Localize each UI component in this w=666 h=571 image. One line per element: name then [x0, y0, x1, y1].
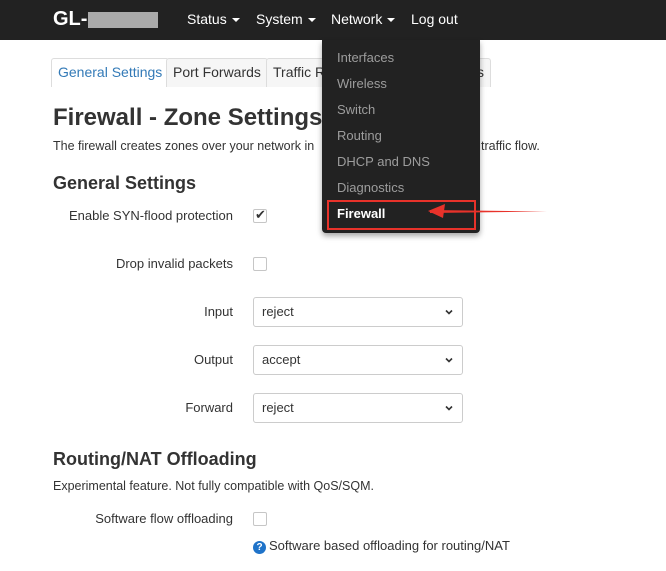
input-select-value: reject: [262, 304, 294, 319]
nav-system[interactable]: System: [256, 10, 316, 28]
caret-down-icon: [231, 18, 240, 23]
output-select-value: accept: [262, 352, 301, 367]
forward-select[interactable]: reject: [253, 393, 463, 423]
output-select[interactable]: accept: [253, 345, 463, 375]
menu-item-wireless[interactable]: Wireless: [337, 76, 387, 91]
nav-logout-label: Log out: [411, 11, 458, 27]
nav-status[interactable]: Status: [187, 10, 240, 28]
nav-network[interactable]: Network: [331, 10, 396, 28]
brand-logo[interactable]: GL-: [53, 7, 159, 31]
brand-redaction: [88, 11, 159, 28]
menu-item-interfaces[interactable]: Interfaces: [337, 50, 394, 65]
menu-item-switch[interactable]: Switch: [337, 102, 375, 117]
caret-down-icon: [307, 18, 316, 23]
brand-text: GL-: [53, 8, 88, 30]
tab-general-settings-label: General Settings: [58, 64, 163, 80]
offloading-description: Experimental feature. Not fully compatib…: [53, 479, 374, 493]
general-settings-title: General Settings: [53, 173, 197, 193]
software-flow-hint: ? Software based offloading for routing/N…: [253, 538, 510, 554]
input-select[interactable]: reject: [253, 297, 463, 327]
chevron-down-icon: [445, 357, 453, 363]
nav-logout[interactable]: Log out: [411, 10, 458, 28]
nav-status-label: Status: [187, 11, 227, 27]
output-label: Output: [193, 352, 233, 367]
software-flow-hint-text: Software based offloading for routing/NA…: [269, 538, 510, 553]
tab-port-forwards-label: Port Forwards: [173, 64, 261, 80]
page-title: Firewall - Zone Settings: [53, 104, 323, 131]
syn-flood-checkbox[interactable]: ✔: [253, 207, 267, 223]
input-label: Input: [204, 304, 233, 319]
help-icon: ?: [253, 541, 266, 554]
forward-select-value: reject: [262, 400, 294, 415]
forward-label: Forward: [185, 400, 233, 415]
page-description: The firewall creates zones over your net…: [53, 139, 540, 153]
chevron-down-icon: [445, 405, 453, 411]
drop-invalid-label: Drop invalid packets: [115, 256, 233, 271]
tab-port-forwards[interactable]: Port Forwards: [166, 58, 268, 87]
software-flow-label: Software flow offloading: [95, 511, 233, 526]
tab-traffic-rules-label: Traffic R: [273, 64, 326, 80]
checkmark-icon: ✔: [255, 207, 266, 222]
menu-item-routing[interactable]: Routing: [337, 128, 382, 143]
syn-flood-label: Enable SYN-flood protection: [68, 208, 233, 223]
menu-item-diagnostics[interactable]: Diagnostics: [337, 180, 404, 195]
page-description-left: The firewall creates zones over your net…: [53, 139, 315, 153]
annotation-arrow-icon: [428, 204, 547, 218]
drop-invalid-checkbox[interactable]: [253, 257, 267, 271]
top-navbar: GL- Status System Network Log out: [0, 0, 666, 40]
caret-down-icon: [387, 18, 396, 23]
offloading-title: Routing/NAT Offloading: [53, 449, 257, 469]
page-description-right: traffic flow.: [481, 139, 540, 153]
software-flow-checkbox[interactable]: [253, 512, 267, 526]
menu-item-dhcp-dns[interactable]: DHCP and DNS: [337, 154, 430, 169]
nav-network-label: Network: [331, 11, 383, 27]
tab-general-settings[interactable]: General Settings: [51, 58, 170, 87]
chevron-down-icon: [445, 309, 453, 315]
nav-system-label: System: [256, 11, 303, 27]
